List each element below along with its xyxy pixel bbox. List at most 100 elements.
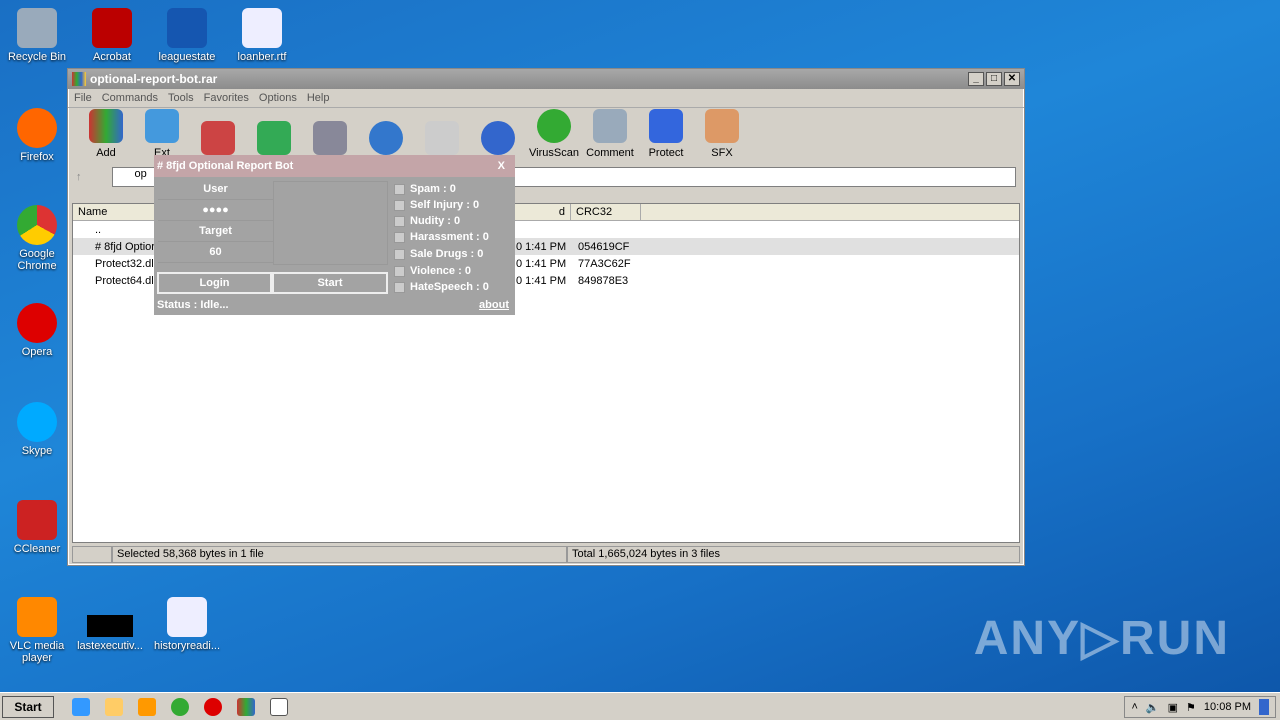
menu-help[interactable]: Help [307, 92, 330, 104]
checkbox-nudity[interactable]: Nudity : 0 [394, 215, 460, 227]
close-button[interactable]: ✕ [1004, 72, 1020, 86]
system-tray: ˄ 🔈 ▣ ⚑ 10:08 PM [1124, 696, 1276, 718]
virusscan-button[interactable]: VirusScan [526, 109, 582, 159]
anyrun-watermark: ANY▷RUN [973, 612, 1230, 665]
menu-tools[interactable]: Tools [168, 92, 194, 104]
file-icon [167, 8, 207, 48]
menu-options[interactable]: Options [259, 92, 297, 104]
status-text: Status : Idle... [157, 299, 229, 311]
checkbox-harassment[interactable]: Harassment : 0 [394, 231, 489, 243]
start-button[interactable]: Start [2, 695, 54, 718]
ie-icon[interactable] [72, 697, 90, 716]
log-area [273, 181, 388, 265]
wizard-button[interactable] [414, 121, 470, 159]
report-bot-dialog: # 8fjd Optional Report Bot X User ●●●● Ta… [154, 155, 515, 315]
wand-icon [425, 121, 459, 155]
clock[interactable]: 10:08 PM [1204, 701, 1251, 713]
magnifier-icon [369, 121, 403, 155]
desktop-icon-acrobat[interactable]: Acrobat [75, 8, 149, 63]
protect-button[interactable]: Protect [638, 109, 694, 159]
minimize-button[interactable]: _ [968, 72, 984, 86]
desktop-icon-ccleaner[interactable]: CCleaner [0, 500, 74, 555]
status-selected: Selected 58,368 bytes in 1 file [112, 546, 567, 563]
folder-icon [145, 109, 179, 143]
target-label: Target [158, 221, 273, 242]
sfx-button[interactable]: SFX [694, 109, 750, 159]
shield-icon [649, 109, 683, 143]
desktop-icon-recycle-bin[interactable]: Recycle Bin [0, 8, 74, 63]
delete-button[interactable] [302, 121, 358, 159]
dialog-title-bar[interactable]: # 8fjd Optional Report Bot X [154, 155, 515, 177]
virus-icon [537, 109, 571, 143]
word-doc-icon [242, 8, 282, 48]
file-icon [87, 615, 133, 637]
checkbox-hatespeech[interactable]: HateSpeech : 0 [394, 281, 489, 293]
add-icon [89, 109, 123, 143]
maximize-button[interactable]: □ [986, 72, 1002, 86]
title-bar[interactable]: optional-report-bot.rar _ □ ✕ [68, 69, 1024, 89]
checkbox-spam[interactable]: Spam : 0 [394, 183, 456, 195]
trash-icon [313, 121, 347, 155]
user-label: User [158, 179, 273, 200]
desktop-icon-vlc[interactable]: VLC media player [0, 597, 74, 664]
column-crc32[interactable]: CRC32 [571, 204, 641, 220]
find-button[interactable] [358, 121, 414, 159]
winrar-icon [72, 72, 86, 86]
desktop-icon-leaguestate[interactable]: leaguestate [150, 8, 224, 63]
target-field[interactable]: 60 [158, 242, 273, 263]
volume-icon[interactable]: 🔈 [1146, 701, 1160, 714]
checkbox-self-injury[interactable]: Self Injury : 0 [394, 199, 479, 211]
sfx-box-icon [705, 109, 739, 143]
dialog-close-button[interactable]: X [498, 160, 505, 172]
checkbox-sale-drugs[interactable]: Sale Drugs : 0 [394, 248, 483, 260]
taskbar: Start ˄ 🔈 ▣ ⚑ 10:08 PM [0, 692, 1280, 720]
checkbox-violence[interactable]: Violence : 0 [394, 265, 471, 277]
comment-button[interactable]: Comment [582, 109, 638, 159]
ccleaner-icon [17, 500, 57, 540]
show-desktop-button[interactable] [1259, 699, 1269, 715]
acrobat-icon [92, 8, 132, 48]
desktop-icon-historyreadi[interactable]: historyreadi... [150, 597, 224, 652]
network-icon[interactable]: ▣ [1168, 701, 1178, 714]
skype-icon [17, 402, 57, 442]
start-button[interactable]: Start [272, 272, 388, 294]
desktop-icon-loanber[interactable]: loanber.rtf [225, 8, 299, 63]
add-button[interactable]: Add [78, 109, 134, 159]
up-arrow-icon[interactable]: ↑ [76, 171, 82, 183]
explorer-icon[interactable] [105, 697, 123, 716]
menu-favorites[interactable]: Favorites [204, 92, 249, 104]
comment-icon [593, 109, 627, 143]
desktop-icon-opera[interactable]: Opera [0, 303, 74, 358]
extract-button[interactable]: Ext [134, 109, 190, 159]
book-icon [257, 121, 291, 155]
chrome-icon [17, 205, 57, 245]
desktop-icon-chrome[interactable]: Google Chrome [0, 205, 74, 272]
flag-icon[interactable]: ⚑ [1186, 701, 1196, 714]
word-doc-icon [167, 597, 207, 637]
clipboard-icon [201, 121, 235, 155]
chrome-icon[interactable] [171, 697, 189, 716]
drive-icon [72, 546, 112, 563]
desktop-icon-firefox[interactable]: Firefox [0, 108, 74, 163]
login-button[interactable]: Login [157, 272, 272, 294]
winrar-task-icon[interactable] [237, 697, 255, 716]
opera-icon [17, 303, 57, 343]
test-button[interactable] [190, 121, 246, 159]
view-button[interactable] [246, 121, 302, 159]
info-icon [481, 121, 515, 155]
info-button[interactable] [470, 121, 526, 159]
firefox-icon [17, 108, 57, 148]
media-player-icon[interactable] [138, 697, 156, 716]
recycle-bin-icon [17, 8, 57, 48]
desktop-icon-lastexecutiv[interactable]: lastexecutiv... [73, 597, 147, 652]
show-hidden-icon[interactable]: ˄ [1131, 701, 1137, 713]
status-bar: Selected 58,368 bytes in 1 file Total 1,6… [72, 546, 1020, 563]
about-link[interactable]: about [479, 299, 509, 311]
desktop-icon-skype[interactable]: Skype [0, 402, 74, 457]
menu-commands[interactable]: Commands [102, 92, 158, 104]
opera-icon[interactable] [204, 697, 222, 716]
report-bot-task-icon[interactable] [270, 697, 288, 716]
menu-file[interactable]: File [74, 92, 92, 104]
password-field[interactable]: ●●●● [158, 200, 273, 221]
menu-bar: File Commands Tools Favorites Options Help [68, 89, 1024, 107]
